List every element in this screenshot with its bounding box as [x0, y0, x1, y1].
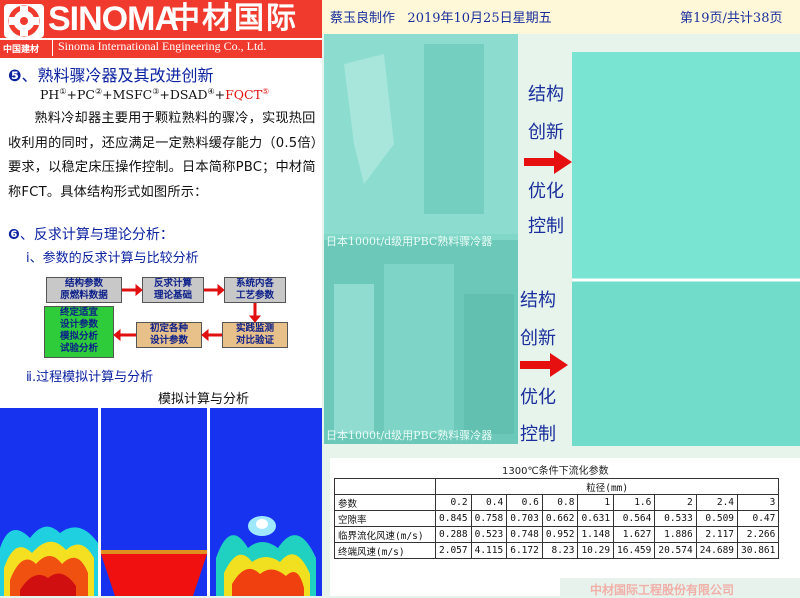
table-cell: 2.4 — [695, 494, 739, 511]
red-arrow-icon — [524, 150, 572, 174]
table-cell: 0.662 — [541, 510, 579, 527]
red-arrow-icon — [520, 353, 568, 377]
table-cell: 6.172 — [506, 542, 543, 559]
table-cell: 0.631 — [577, 510, 615, 527]
table-cell: 16.459 — [613, 542, 656, 559]
table-cell: 0.703 — [506, 510, 543, 527]
table-cell: 1.627 — [613, 526, 656, 543]
table-cell: 1.148 — [577, 526, 615, 543]
table-cell: 20.574 — [654, 542, 697, 559]
table-cell: 0.288 — [435, 526, 472, 543]
table-size-header: 粒径(mm) — [434, 478, 780, 495]
table-cell: 2.117 — [695, 526, 739, 543]
simulation-image-2 — [101, 408, 207, 596]
subsection-2: ⅱ.过程模拟计算与分析 — [26, 370, 154, 385]
table-row-label: 终端风速(m/s) — [334, 542, 436, 559]
table-title: 1300℃条件下流化参数 — [502, 466, 609, 477]
table-cell: 0.4 — [470, 494, 508, 511]
table-cell: 1 — [577, 494, 615, 511]
table-cell: 10.29 — [577, 542, 615, 559]
table-header-row: 粒径(mm) — [334, 478, 780, 495]
table-cell: 1.6 — [613, 494, 656, 511]
label-innovation: 创新 — [528, 122, 564, 143]
simulation-image-3 — [210, 408, 322, 596]
photo-caption-bottom: 日本1000t/d级用PBC熟料骤冷器 — [326, 429, 493, 442]
simulation-image-1 — [0, 408, 98, 596]
label-structure: 结构 — [528, 84, 564, 105]
table-cell: 0.845 — [435, 510, 472, 527]
table-cell: 0.523 — [470, 526, 508, 543]
table-cell: 0.509 — [695, 510, 739, 527]
table-cell: 24.689 — [695, 542, 739, 559]
table-cell: 2 — [654, 494, 697, 511]
table-param-label: 参数 — [334, 494, 436, 511]
table-row: 终端风速(m/s) 2.057 4.115 6.172 8.23 10.29 1… — [334, 542, 780, 559]
date: 2019年10月25日星期五 — [407, 11, 552, 26]
table-cell: 2.057 — [435, 542, 472, 559]
simulation-title: 模拟计算与分析 — [158, 392, 250, 407]
table-cell: 0.8 — [541, 494, 579, 511]
label-control: 控制 — [520, 424, 556, 445]
table-row-label: 临界流化风速(m/s) — [334, 526, 436, 543]
header-author-date: 蔡玉良制作 2019年10月25日星期五 — [330, 7, 552, 26]
table-cell: 0.952 — [541, 526, 579, 543]
fluidization-table: 粒径(mm) 参数 0.2 0.4 0.6 0.8 1 1.6 2 2.4 3 … — [334, 478, 780, 559]
footer-company: 中材国际工程股份有限公司 — [590, 583, 735, 597]
table-cell: 3 — [737, 494, 780, 511]
table-cell: 4.115 — [470, 542, 508, 559]
table-cell: 0.533 — [654, 510, 697, 527]
table-cell: 0.2 — [435, 494, 472, 511]
label-structure: 结构 — [520, 290, 556, 311]
table-cell: 30.861 — [737, 542, 780, 559]
table-row: 临界流化风速(m/s) 0.288 0.523 0.748 0.952 1.14… — [334, 526, 780, 543]
table-cell: 1.886 — [654, 526, 697, 543]
label-control: 控制 — [528, 216, 564, 237]
label-optimize: 优化 — [528, 181, 564, 202]
table-row-label: 空隙率 — [334, 510, 436, 527]
table-cell: 0.6 — [506, 494, 543, 511]
label-innovation: 创新 — [520, 328, 556, 349]
table-sizes-row: 参数 0.2 0.4 0.6 0.8 1 1.6 2 2.4 3 — [334, 494, 780, 511]
table-cell: 0.47 — [737, 510, 780, 527]
photo-caption-top: 日本1000t/d级用PBC熟料骤冷器 — [326, 235, 493, 248]
label-optimize: 优化 — [520, 387, 556, 408]
page-number: 第19页/共计38页 — [680, 11, 783, 26]
table-row: 空隙率 0.845 0.758 0.703 0.662 0.631 0.564 … — [334, 510, 780, 527]
table-cell: 8.23 — [541, 542, 579, 559]
table-cell: 0.564 — [613, 510, 656, 527]
table-cell: 0.758 — [470, 510, 508, 527]
author: 蔡玉良制作 — [330, 11, 396, 26]
fct-cooler-image — [572, 52, 800, 446]
table-cell: 2.266 — [737, 526, 780, 543]
table-cell: 0.748 — [506, 526, 543, 543]
table-cell — [334, 478, 436, 495]
flow-arrows — [113, 283, 262, 342]
